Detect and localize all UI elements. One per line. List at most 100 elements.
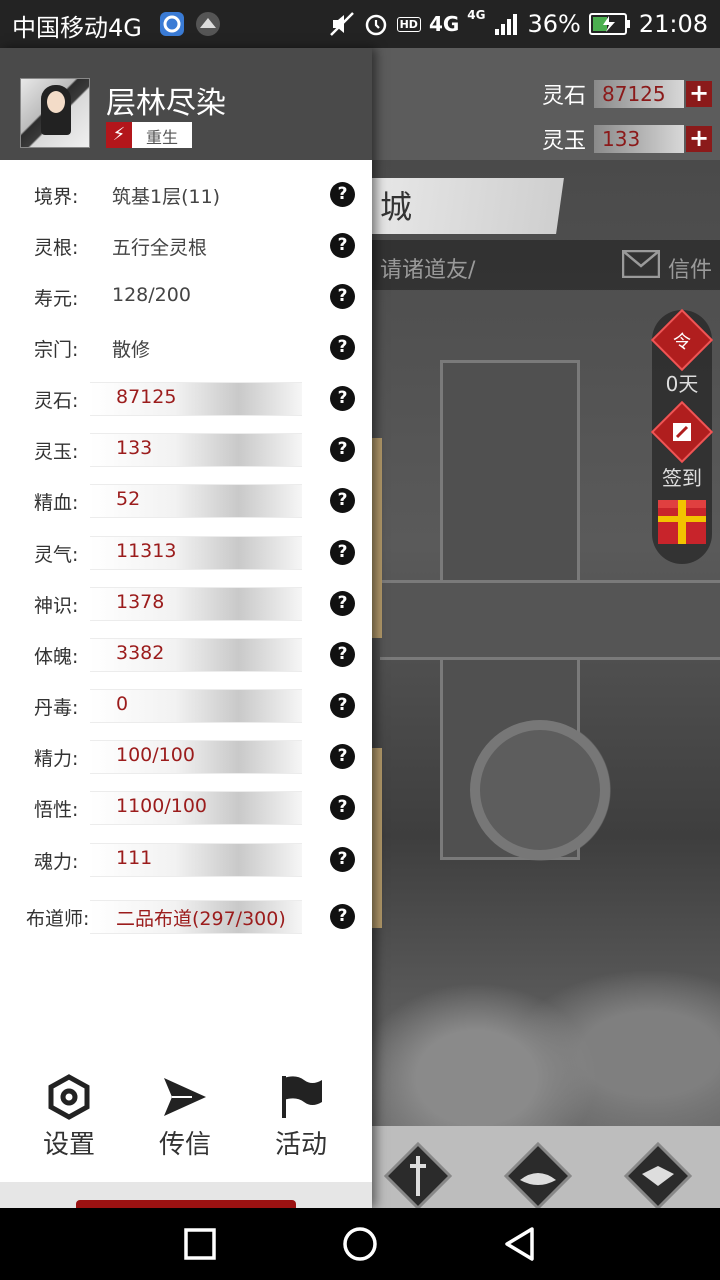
player-name: 层林尽染 [106,86,226,121]
help-icon[interactable]: ? [330,386,355,411]
stat-value: 111 [116,847,153,869]
stat-label: 灵石: [34,390,79,412]
mail-label[interactable]: 信件 [668,252,712,284]
home-icon[interactable] [342,1226,378,1262]
help-icon[interactable]: ? [330,904,355,929]
help-icon[interactable]: ? [330,642,355,667]
message-button[interactable]: 传信 [140,1068,230,1168]
stat-label: 灵气: [34,544,79,566]
stat-row: 布道师: 二品布道(297/300)? [0,900,372,934]
stat-value: 筑基1层(11) [112,186,221,208]
stat-value: 散修 [112,339,151,361]
stat-row: 境界: 筑基1层(11)? [0,178,372,212]
back-icon[interactable] [502,1226,538,1262]
drawer-header: 层林尽染 ⚡ 重生 [0,48,372,160]
stat-row: 灵根: 五行全灵根? [0,229,372,263]
stat-value: 二品布道(297/300) [116,908,286,930]
checkin-label[interactable]: 签到 [652,462,712,491]
game-notification-icon [196,12,220,36]
hexagon-settings-icon [48,1074,90,1120]
stat-value: 1378 [116,591,165,613]
days-label: 0天 [665,372,699,396]
stat-row: 体魄: 3382? [0,638,372,672]
stat-row: 寿元: 128/200? [0,280,372,314]
stat-row: 灵玉: 133? [0,433,372,467]
rebirth-label: 重生 [146,128,179,147]
avatar-face [47,91,65,113]
stat-row: 精血: 52? [0,484,372,518]
activity-button[interactable]: 活动 [256,1068,346,1168]
signal-icon [495,14,518,35]
help-icon[interactable]: ? [330,284,355,309]
decorative-frame [372,438,382,638]
resource-value: 87125 [594,80,684,108]
stat-value: 133 [116,437,153,459]
stat-row: 神识: 1378? [0,587,372,621]
clock: 21:08 [638,10,708,38]
stat-label: 魂力: [34,851,79,873]
stat-label: 寿元: [34,288,79,310]
mute-icon [329,12,354,36]
stat-label: 宗门: [34,339,79,361]
app-notification-icon [160,12,184,36]
decorative-frame [372,748,382,928]
stat-label: 丹毒: [34,697,79,719]
stat-label: 体魄: [34,646,79,668]
stat-row: 悟性: 1100/100? [0,791,372,825]
settings-label: 设置 [42,1130,95,1160]
add-spirit-stone-button[interactable]: + [686,81,712,107]
help-icon[interactable]: ? [330,182,355,207]
network-type-small: 4G [467,8,486,22]
stat-value: 87125 [116,386,177,408]
stat-row: 魂力: 111? [0,843,372,877]
stat-label: 悟性: [34,799,79,821]
broadcast-text: 请诸道友/ [380,258,476,283]
help-icon[interactable]: ? [330,847,355,872]
stat-value: 0 [116,693,129,715]
sword-icon[interactable] [382,1140,454,1208]
battery-percent: 36% [527,10,581,38]
send-icon [164,1078,206,1116]
network-type: 4G [428,12,460,36]
rebirth-badge[interactable]: ⚡ 重生 [106,122,192,148]
gift-icon[interactable] [658,500,706,544]
resource-label: 灵玉 [542,129,587,154]
help-icon[interactable]: ? [330,591,355,616]
stat-value: 11313 [116,540,177,562]
stat-row: 灵石: 87125? [0,382,372,416]
alarm-icon [365,14,386,36]
settings-button[interactable]: 设置 [24,1068,114,1168]
stat-label: 精血: [34,492,79,514]
battery-charging-icon [588,13,630,35]
help-icon[interactable]: ? [330,335,355,360]
carrier-name: 中国移动4G [12,14,142,42]
stat-label: 灵玉: [34,441,79,463]
help-icon[interactable]: ? [330,540,355,565]
stat-value: 128/200 [112,284,191,306]
stat-label: 灵根: [34,237,79,259]
help-icon[interactable]: ? [330,693,355,718]
help-icon[interactable]: ? [330,744,355,769]
help-icon[interactable]: ? [330,233,355,258]
help-icon[interactable]: ? [330,437,355,462]
navigation-bar [0,1208,720,1280]
stat-row: 宗门: 散修? [0,331,372,365]
recents-icon[interactable] [182,1226,218,1262]
stat-label: 神识: [34,595,79,617]
handshake-icon[interactable] [622,1140,694,1208]
stat-value: 五行全灵根 [112,237,208,259]
stat-row: 精力: 100/100? [0,740,372,774]
book-icon[interactable] [502,1140,574,1208]
lightning-icon: ⚡ [106,122,132,148]
stat-value: 1100/100 [116,795,208,817]
map-plaza [470,720,610,860]
stat-label: 境界: [34,186,79,208]
mail-icon[interactable] [622,250,660,278]
resource-value: 133 [594,125,684,153]
help-icon[interactable]: ? [330,488,355,513]
avatar[interactable] [20,78,90,148]
add-spirit-jade-button[interactable]: + [686,126,712,152]
character-drawer: 层林尽染 ⚡ 重生 境界: 筑基1层(11)? 灵根: 五行全灵根? 寿元: 128/20… [0,48,372,1208]
help-icon[interactable]: ? [330,795,355,820]
hd-indicator: HD [396,16,421,32]
